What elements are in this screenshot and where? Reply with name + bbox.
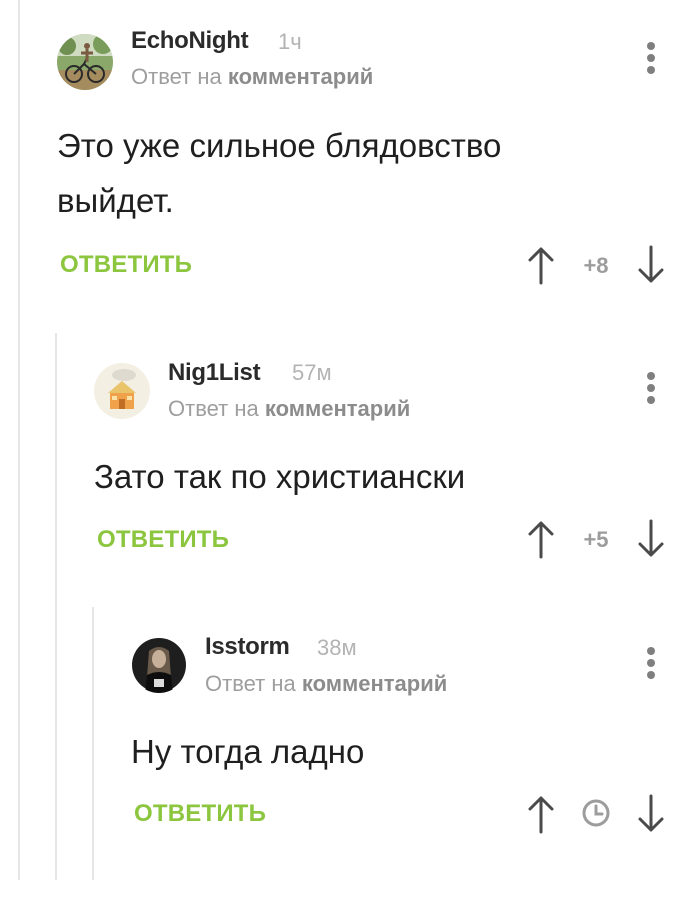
comment-body-line: Ну тогда ладно — [131, 733, 365, 770]
downvote-arrow-icon[interactable] — [637, 794, 665, 834]
comment-body: Ну тогда ладно — [131, 724, 364, 779]
reply-to-link[interactable]: комментарий — [302, 671, 447, 696]
clock-icon — [582, 799, 610, 827]
user-avatar[interactable] — [131, 637, 187, 693]
comment-3: Isstorm 38м Ответ на комментарий Ну тогд… — [0, 0, 700, 880]
upvote-arrow-icon[interactable] — [527, 794, 555, 834]
musician-photo-avatar — [131, 637, 187, 693]
author-name[interactable]: Isstorm — [205, 633, 290, 661]
comment-time: 38м — [317, 635, 357, 660]
reply-to-line: Ответ на комментарий — [205, 671, 447, 697]
more-options-icon[interactable] — [646, 647, 656, 679]
reply-button[interactable]: ОТВЕТИТЬ — [134, 800, 266, 828]
reply-to-prefix: Ответ на — [205, 671, 296, 696]
